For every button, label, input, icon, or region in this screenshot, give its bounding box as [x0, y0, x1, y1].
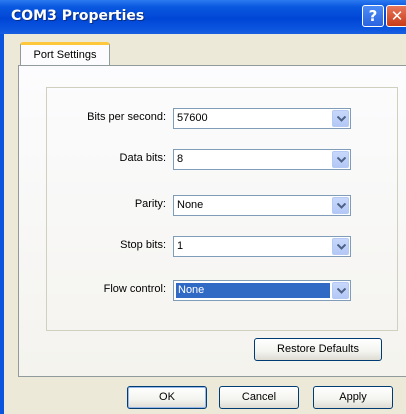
chevron-down-icon	[337, 288, 346, 294]
chevron-down-icon	[337, 244, 346, 250]
flow-control-label: Flow control:	[103, 283, 166, 295]
chevron-down-icon	[337, 116, 346, 122]
parity-select[interactable]: None	[173, 195, 351, 216]
dropdown-button[interactable]	[332, 110, 349, 127]
dropdown-button[interactable]	[332, 151, 349, 168]
stop-bits-select[interactable]: 1	[173, 236, 351, 257]
bits-per-second-label: Bits per second:	[87, 111, 166, 123]
close-button[interactable]: ✕	[386, 5, 406, 27]
bits-per-second-value: 57600	[177, 112, 208, 124]
dropdown-button[interactable]	[332, 282, 349, 299]
chevron-down-icon	[337, 203, 346, 209]
flow-control-value: None	[176, 283, 330, 298]
flow-control-select[interactable]: None	[173, 280, 351, 301]
ok-button[interactable]: OK	[127, 386, 207, 409]
help-icon: ?	[368, 7, 378, 25]
help-button[interactable]: ?	[362, 5, 384, 27]
data-bits-value: 8	[177, 153, 184, 165]
close-icon: ✕	[390, 7, 404, 25]
window-border	[0, 34, 4, 414]
dropdown-button[interactable]	[332, 238, 349, 255]
apply-button[interactable]: Apply	[313, 386, 393, 409]
tab-port-settings[interactable]: Port Settings	[20, 42, 110, 66]
cancel-button[interactable]: Cancel	[219, 386, 299, 409]
parity-value: None	[177, 199, 204, 211]
dropdown-button[interactable]	[332, 197, 349, 214]
restore-defaults-button[interactable]: Restore Defaults	[254, 338, 382, 361]
title-bar[interactable]: COM3 Properties ? ✕	[0, 0, 406, 34]
data-bits-select[interactable]: 8	[173, 149, 351, 170]
data-bits-label: Data bits:	[119, 152, 166, 164]
stop-bits-label: Stop bits:	[120, 239, 166, 251]
stop-bits-value: 1	[177, 240, 184, 252]
window-title: COM3 Properties	[11, 8, 145, 24]
parity-label: Parity:	[134, 198, 166, 210]
chevron-down-icon	[337, 157, 346, 163]
bits-per-second-select[interactable]: 57600	[173, 108, 351, 129]
